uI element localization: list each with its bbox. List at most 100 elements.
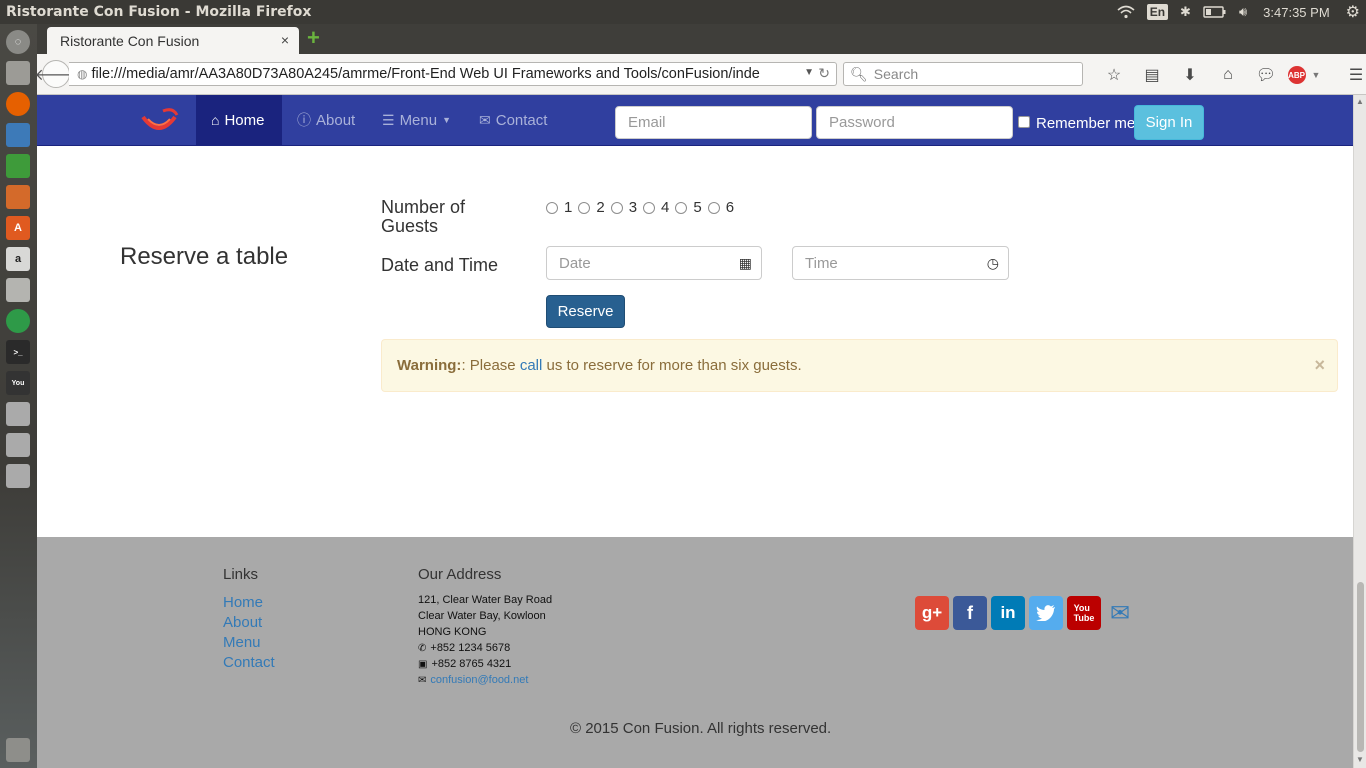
tab-title: Ristorante Con Fusion <box>60 32 200 49</box>
list-icon: ☰ <box>382 111 395 128</box>
firefox-icon[interactable] <box>6 92 30 116</box>
radio-circle <box>610 201 623 214</box>
downloads-icon[interactable]: ⬇ <box>1171 64 1209 86</box>
site-navbar: ⌂ Home ⓘ About ☰ Menu ▼ ✉ Contact Email … <box>37 95 1353 146</box>
guests-radio-6[interactable]: 6 <box>707 199 734 216</box>
footer-link-home[interactable]: Home <box>223 594 263 611</box>
password-field[interactable]: Password <box>816 106 1013 139</box>
window-title: Ristorante Con Fusion - Mozilla Firefox <box>6 4 312 20</box>
time-input[interactable]: Time ◷ <box>792 246 1009 280</box>
nav-menu[interactable]: ☰ Menu ▼ <box>382 95 451 145</box>
nav-home-label: Home <box>224 111 265 129</box>
software-center-icon[interactable]: A <box>6 216 30 240</box>
nav-home[interactable]: ⌂ Home <box>196 95 282 145</box>
writer-icon[interactable] <box>6 123 30 147</box>
settings-gear-icon[interactable]: ⚙ <box>1340 0 1366 24</box>
footer-email-link[interactable]: confusion@food.net <box>430 674 528 686</box>
mail-envelope-icon[interactable]: ✉ <box>1110 599 1130 628</box>
bookmark-star-icon[interactable]: ☆ <box>1095 64 1133 86</box>
app-icon[interactable] <box>6 309 30 333</box>
youtube-icon[interactable]: You <box>6 371 30 395</box>
brand-logo[interactable] <box>137 105 181 139</box>
remember-me: Remember me <box>1018 115 1135 132</box>
guests-radio-2[interactable]: 2 <box>578 199 605 216</box>
url-dropdown-icon[interactable]: ▼ <box>804 67 814 78</box>
wifi-icon[interactable] <box>1111 0 1141 24</box>
calc-icon[interactable] <box>6 154 30 178</box>
reserve-button[interactable]: Reserve <box>546 295 625 328</box>
fax-line: ▣ +852 8765 4321 <box>418 658 512 670</box>
call-link[interactable]: call <box>520 357 543 374</box>
facebook-icon[interactable]: f <box>953 596 987 630</box>
scrollbar-thumb[interactable] <box>1357 582 1364 752</box>
back-button[interactable]: 🡐 <box>35 60 77 88</box>
info-icon: ⓘ <box>297 112 311 128</box>
system-settings-icon[interactable] <box>6 278 30 302</box>
drive-icon[interactable] <box>6 402 30 426</box>
nav-contact-label: Contact <box>495 111 548 129</box>
reload-icon[interactable]: ↻ <box>818 65 830 82</box>
browser-tab[interactable]: Ristorante Con Fusion × <box>47 27 299 54</box>
browser-toolbar: 🡐 ◍ file:///media/amr/AA3A80D73A80A245/a… <box>35 54 1366 95</box>
battery-icon[interactable] <box>1197 0 1233 24</box>
youtube-icon[interactable]: You Tube <box>1067 596 1101 630</box>
url-bar[interactable]: ◍ file:///media/amr/AA3A80D73A80A245/amr… <box>69 62 837 86</box>
guests-radio-3[interactable]: 3 <box>610 199 637 216</box>
twitter-icon[interactable] <box>1029 596 1063 630</box>
new-tab-button[interactable]: + <box>307 27 325 49</box>
volume-icon[interactable]: 🔊︎ <box>1233 0 1253 24</box>
radio-circle <box>707 201 720 214</box>
address-line: HONG KONG <box>418 626 487 638</box>
scroll-down-icon[interactable]: ▼ <box>1356 755 1364 764</box>
caret-down-icon: ▼ <box>442 115 452 125</box>
globe-icon: ◍ <box>77 67 88 81</box>
radio-circle <box>578 201 591 214</box>
amazon-icon[interactable]: a <box>6 247 30 271</box>
hamburger-menu-icon[interactable]: ☰ <box>1337 64 1366 86</box>
email-field[interactable]: Email <box>615 106 812 139</box>
phone-line: ✆ +852 1234 5678 <box>418 642 511 654</box>
trash-icon[interactable] <box>6 738 30 762</box>
linkedin-icon[interactable]: in <box>991 596 1025 630</box>
search-bar[interactable]: 🔍︎ Search <box>843 62 1083 86</box>
system-top-panel: Ristorante Con Fusion - Mozilla Firefox … <box>0 0 1366 24</box>
date-input[interactable]: Date ▦ <box>546 246 762 280</box>
calendar-icon[interactable]: ▦ <box>739 255 752 272</box>
address-heading: Our Address <box>418 566 502 583</box>
home-icon[interactable]: ⌂ <box>1209 64 1247 86</box>
clock-icon[interactable]: ◷ <box>987 255 999 272</box>
remember-me-label: Remember me <box>1036 115 1136 132</box>
sign-in-button[interactable]: Sign In <box>1134 105 1204 140</box>
footer-link-about[interactable]: About <box>223 614 262 631</box>
guests-radio-1[interactable]: 1 <box>546 199 572 216</box>
reading-list-icon[interactable]: ▤ <box>1133 64 1171 86</box>
terminal-icon[interactable]: >_ <box>6 340 30 364</box>
impress-icon[interactable] <box>6 185 30 209</box>
guests-radio-5[interactable]: 5 <box>675 199 702 216</box>
footer-link-contact[interactable]: Contact <box>223 654 275 671</box>
page-scrollbar[interactable]: ▲ ▼ <box>1353 95 1366 768</box>
guests-radio-4[interactable]: 4 <box>643 199 669 216</box>
search-icon: 🔍︎ <box>850 65 868 82</box>
radio-circle <box>643 201 656 214</box>
keyboard-language-indicator[interactable]: En <box>1141 0 1174 24</box>
bluetooth-icon[interactable]: ✱ <box>1174 0 1197 24</box>
google-plus-icon[interactable]: g+ <box>915 596 949 630</box>
nav-about[interactable]: ⓘ About <box>297 95 355 145</box>
chat-icon[interactable]: 💬︎ <box>1247 64 1285 86</box>
system-tray: En ✱ 🔊︎ 3:47:35 PM ⚙ <box>1111 0 1366 24</box>
drive-icon[interactable] <box>6 464 30 488</box>
remember-me-checkbox[interactable] <box>1018 115 1030 128</box>
footer-link-menu[interactable]: Menu <box>223 634 261 651</box>
dash-home-icon[interactable]: ◌ <box>6 30 30 54</box>
nav-contact[interactable]: ✉ Contact <box>479 95 547 145</box>
files-icon[interactable] <box>6 61 30 85</box>
adblock-icon[interactable]: ABP ▼ <box>1285 64 1323 86</box>
scroll-up-icon[interactable]: ▲ <box>1356 97 1364 106</box>
tab-close-icon[interactable]: × <box>281 32 289 48</box>
site-footer: Links Home About Menu Contact Our Addres… <box>37 537 1353 768</box>
drive-icon[interactable] <box>6 433 30 457</box>
alert-close-icon[interactable]: × <box>1314 355 1325 376</box>
email-line: ✉ confusion@food.net <box>418 674 528 686</box>
clock[interactable]: 3:47:35 PM <box>1253 0 1340 24</box>
